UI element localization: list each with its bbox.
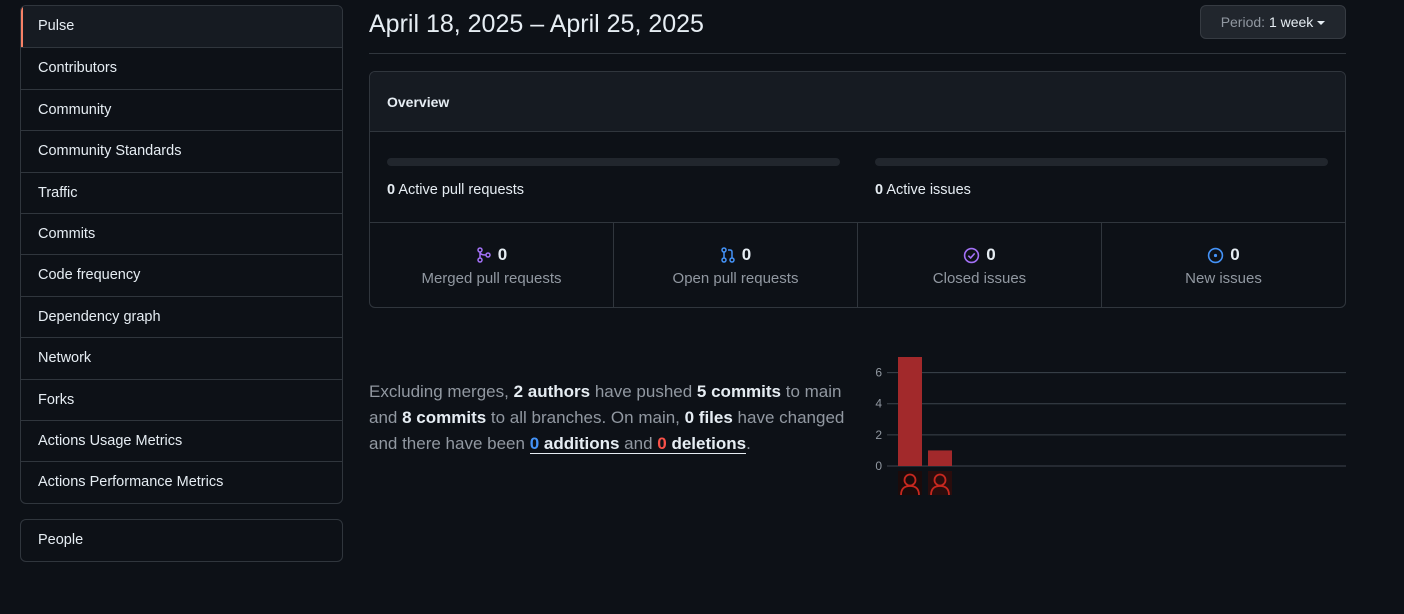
active-issues-label: Active issues bbox=[886, 182, 971, 198]
closed-issues-label: Closed issues bbox=[932, 270, 1027, 287]
git-pull-request-icon bbox=[721, 247, 735, 263]
summary-text-1: Excluding merges, bbox=[369, 382, 514, 401]
active-summary-row: 0 Active pull requests 0 Active issues bbox=[370, 132, 1345, 223]
commit-summary-text: Excluding merges, 2 authors have pushed … bbox=[369, 379, 854, 457]
main-commits-count: 5 commits bbox=[696, 382, 782, 401]
new-issues-stat[interactable]: 0 New issues bbox=[1101, 223, 1345, 307]
sidebar-item-commits[interactable]: Commits bbox=[21, 212, 342, 254]
sidebar-item-forks[interactable]: Forks bbox=[21, 378, 342, 420]
closed-issues-count: 0 bbox=[986, 245, 996, 264]
new-issues-count: 0 bbox=[1230, 245, 1240, 264]
overview-title: Overview bbox=[370, 72, 1345, 132]
header-divider bbox=[369, 53, 1346, 54]
new-issues-label: New issues bbox=[1185, 270, 1262, 287]
y-tick-label: 6 bbox=[875, 366, 882, 380]
diff-stats-link[interactable]: 0 additions and 0 deletions bbox=[529, 434, 747, 454]
y-tick-label: 2 bbox=[875, 428, 882, 442]
deletions-count: 0 bbox=[657, 434, 667, 453]
summary-text-4: to all branches. On main, bbox=[486, 408, 685, 427]
period-label: Period: bbox=[1220, 14, 1266, 30]
summary-text-2: have pushed bbox=[590, 382, 697, 401]
sidebar-item-actions-usage-metrics[interactable]: Actions Usage Metrics bbox=[21, 419, 342, 461]
issue-closed-icon bbox=[964, 247, 980, 263]
closed-issues-stat[interactable]: 0 Closed issues bbox=[857, 223, 1101, 307]
active-pull-requests[interactable]: 0 Active pull requests bbox=[387, 158, 840, 198]
open-pull-requests-stat[interactable]: 0 Open pull requests bbox=[613, 223, 857, 307]
overview-stats-row: 0 Merged pull requests 0 Open pull reque… bbox=[370, 223, 1345, 307]
active-issues-count: 0 bbox=[875, 182, 884, 198]
period-select-button[interactable]: Period: 1 week bbox=[1200, 5, 1346, 39]
and-label: and bbox=[619, 434, 658, 453]
files-changed-count: 0 files bbox=[684, 408, 733, 427]
authors-count: 2 authors bbox=[513, 382, 591, 401]
active-pr-count: 0 bbox=[387, 182, 396, 198]
author-bar bbox=[928, 450, 952, 466]
sidebar-item-pulse[interactable]: Pulse bbox=[21, 6, 342, 48]
additions-label: additions bbox=[539, 434, 620, 453]
merged-pr-label: Merged pull requests bbox=[421, 270, 562, 287]
git-merge-icon bbox=[477, 247, 491, 263]
period-value: 1 week bbox=[1268, 14, 1314, 30]
summary-text-6: . bbox=[746, 434, 751, 453]
active-pr-label: Active pull requests bbox=[398, 182, 525, 198]
y-tick-label: 0 bbox=[875, 459, 882, 473]
deletions-label: deletions bbox=[666, 434, 747, 453]
sidebar-item-contributors[interactable]: Contributors bbox=[21, 47, 342, 88]
merged-pr-count: 0 bbox=[497, 245, 508, 264]
overview-box: Overview 0 Active pull requests 0 Active… bbox=[369, 71, 1346, 308]
people-menu: People bbox=[20, 519, 343, 562]
author-avatar[interactable] bbox=[898, 471, 922, 496]
date-range-title: April 18, 2025 – April 25, 2025 bbox=[369, 10, 704, 38]
sidebar-item-code-frequency[interactable]: Code frequency bbox=[21, 254, 342, 295]
additions-count: 0 bbox=[529, 434, 540, 453]
commits-by-author-chart: 0 2 4 6 bbox=[875, 357, 1346, 496]
sidebar-item-actions-performance-metrics[interactable]: Actions Performance Metrics bbox=[21, 461, 342, 502]
open-pr-count: 0 bbox=[741, 245, 752, 264]
author-bar bbox=[898, 357, 922, 466]
caret-down-icon bbox=[1317, 21, 1326, 26]
sidebar-item-community[interactable]: Community bbox=[21, 88, 342, 130]
all-branches-commits-count: 8 commits bbox=[402, 408, 487, 427]
open-pr-label: Open pull requests bbox=[672, 270, 799, 287]
active-issues[interactable]: 0 Active issues bbox=[875, 158, 1328, 198]
sidebar-item-traffic[interactable]: Traffic bbox=[21, 171, 342, 213]
active-issues-progress-bar bbox=[875, 158, 1328, 166]
active-pr-progress-bar bbox=[387, 158, 840, 166]
author-avatar[interactable] bbox=[928, 471, 952, 496]
sidebar-item-people[interactable]: People bbox=[21, 520, 342, 561]
sidebar-item-community-standards[interactable]: Community Standards bbox=[21, 130, 342, 171]
issue-opened-icon bbox=[1208, 247, 1224, 263]
sidebar-item-network[interactable]: Network bbox=[21, 337, 342, 378]
y-tick-label: 4 bbox=[875, 397, 882, 411]
merged-pull-requests-stat[interactable]: 0 Merged pull requests bbox=[370, 223, 613, 307]
insights-sidebar-menu: Pulse Contributors Community Community S… bbox=[20, 5, 343, 504]
sidebar-item-dependency-graph[interactable]: Dependency graph bbox=[21, 295, 342, 337]
